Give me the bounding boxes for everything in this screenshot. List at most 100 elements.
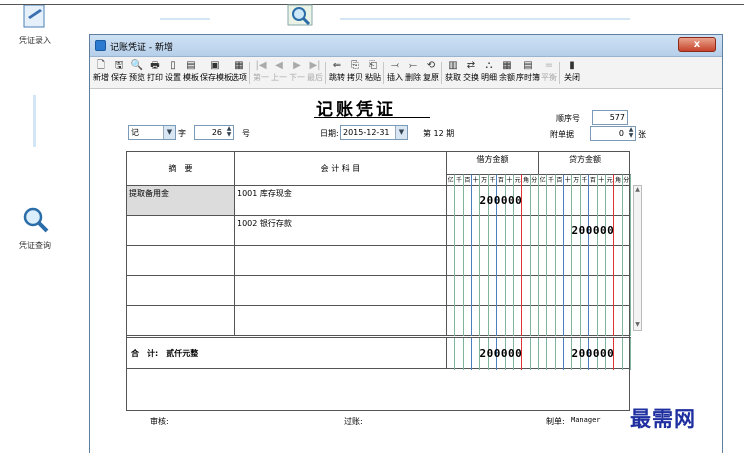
toolbar-button-24[interactable]: ▮ 关闭 <box>562 59 582 87</box>
toolbar-icon-18: ▥ <box>448 60 458 71</box>
voucher-entry-icon[interactable] <box>22 5 48 31</box>
digit-column <box>531 186 539 216</box>
toolbar-button-11[interactable]: ▶| 最后 <box>306 59 324 87</box>
account-cell[interactable]: 1001 库存现金 <box>235 186 447 215</box>
voucher-query-label[interactable]: 凭证查询 <box>19 240 51 251</box>
table-row[interactable] <box>127 306 631 336</box>
voucher-entry-label[interactable]: 凭证录入 <box>19 35 51 46</box>
attach-spinner-icon[interactable]: ▲ ▼ <box>627 127 635 140</box>
digit-column <box>556 186 565 216</box>
toolbar-label-18: 获取 <box>445 73 461 82</box>
summary-cell[interactable] <box>127 246 235 275</box>
grid-scrollbar[interactable]: ▲ ▼ <box>633 185 642 331</box>
digit-column <box>464 306 473 336</box>
table-row[interactable] <box>127 276 631 306</box>
seq-label: 顺序号 <box>556 114 580 123</box>
account-cell[interactable] <box>235 276 447 305</box>
toolbar-button-2[interactable]: 🔍 预览 <box>128 59 146 87</box>
digit-column: 分 <box>530 174 539 186</box>
digit-column <box>531 246 539 276</box>
toolbar-label-1: 保存 <box>111 73 127 82</box>
toolbar-button-1[interactable]: 🖫 保存 <box>110 59 128 87</box>
scroll-up-icon[interactable]: ▲ <box>634 186 641 195</box>
digit-column <box>589 186 598 216</box>
toolbar-button-14[interactable]: ⎗ 粘贴 <box>364 59 382 87</box>
account-cell[interactable]: 1002 银行存款 <box>235 216 447 245</box>
date-label: 日期: <box>320 129 339 138</box>
scroll-down-icon[interactable]: ▼ <box>634 321 641 330</box>
summary-cell[interactable] <box>127 306 235 335</box>
summary-header: 摘 要 <box>127 152 235 186</box>
digit-column <box>489 216 498 246</box>
number-spinner-icon[interactable]: ▲ ▼ <box>225 126 233 139</box>
digit-column <box>522 246 531 276</box>
toolbar-button-9[interactable]: ◀ 上一 <box>270 59 288 87</box>
digit-column <box>572 276 581 306</box>
toolbar-label-11: 最后 <box>307 73 323 82</box>
digit-column: 百 <box>497 174 506 186</box>
digit-column <box>547 246 556 276</box>
summary-cell[interactable] <box>127 216 235 245</box>
toolbar-button-23[interactable]: = 平衡 <box>540 59 558 87</box>
toolbar-button-6[interactable]: ▣ 保存模板 <box>200 59 232 87</box>
toolbar-button-8[interactable]: |◀ 第一 <box>252 59 270 87</box>
digit-column <box>547 186 556 216</box>
screen: 凭证录入 凭证查询 记账凭证 - 新增 x 🗋 新增 🖫 保存 🔍 预览 🖶 打印 ▯ 设置 ▤ 模板… <box>0 0 744 453</box>
table-row[interactable]: 1002 银行存款 200000 <box>127 216 631 246</box>
toolbar-button-19[interactable]: ⇄ 交换 <box>462 59 480 87</box>
digit-column <box>506 246 514 276</box>
flow-arrow-down <box>33 95 36 147</box>
digit-column <box>606 306 615 336</box>
chevron-down-icon[interactable]: ▼ <box>163 126 175 139</box>
digit-column: 元 <box>513 174 523 186</box>
digit-column <box>514 216 523 246</box>
toolbar-button-16[interactable]: ⤚ 删除 <box>404 59 422 87</box>
digit-column: 角 <box>614 174 623 186</box>
window-close-button[interactable]: x <box>678 37 716 52</box>
toolbar-button-22[interactable]: ▤ 序时簿 <box>516 59 540 87</box>
toolbar-button-21[interactable]: ▦ 余额 <box>498 59 516 87</box>
toolbar-button-15[interactable]: ⤙ 插入 <box>386 59 404 87</box>
toolbar-label-20: 明细 <box>481 73 497 82</box>
toolbar-button-3[interactable]: 🖶 打印 <box>146 59 164 87</box>
voucher-query-icon[interactable] <box>20 205 50 235</box>
toolbar-button-0[interactable]: 🗋 新增 <box>92 59 110 87</box>
toolbar-button-5[interactable]: ▤ 模板 <box>182 59 200 87</box>
seq-field[interactable]: 577 <box>592 110 628 125</box>
window-titlebar[interactable]: 记账凭证 - 新增 x <box>90 35 722 57</box>
digit-column <box>522 276 531 306</box>
seq-value: 577 <box>609 113 625 122</box>
toolbar-label-0: 新增 <box>93 73 109 82</box>
digit-column <box>522 338 531 370</box>
digit-column <box>606 276 615 306</box>
toolbar-label-12: 跳转 <box>329 73 345 82</box>
toolbar-icon-16: ⤚ <box>409 60 417 71</box>
summary-cell[interactable] <box>127 276 235 305</box>
toolbar-icon-20: ⛬ <box>485 60 493 71</box>
account-cell[interactable] <box>235 306 447 335</box>
digit-column <box>598 306 606 336</box>
toolbar-button-4[interactable]: ▯ 设置 <box>164 59 182 87</box>
notes-area[interactable] <box>127 369 631 415</box>
toolbar-icon-22: ▤ <box>523 60 533 71</box>
account-cell[interactable] <box>235 246 447 275</box>
summary-cell[interactable]: 提取备用金 <box>127 186 235 215</box>
toolbar-button-12[interactable]: ⇐ 跳转 <box>328 59 346 87</box>
toolbar-icon-6: ▣ <box>210 60 220 71</box>
toolbar-icon-12: ⇐ <box>332 60 342 71</box>
toolbar-button-20[interactable]: ⛬ 明细 <box>480 59 498 87</box>
toolbar-button-7[interactable]: ▦ 选项 <box>230 59 248 87</box>
date-dropdown-icon[interactable]: ▼ <box>395 126 407 139</box>
toolbar-button-18[interactable]: ▥ 获取 <box>444 59 462 87</box>
attach-value: 0 <box>618 129 624 138</box>
digit-column <box>489 276 498 306</box>
digit-column <box>531 338 539 370</box>
table-row[interactable] <box>127 246 631 276</box>
toolbar-button-17[interactable]: ⟲ 复原 <box>422 59 440 87</box>
table-row[interactable]: 提取备用金 1001 库存现金 200000 <box>127 186 631 216</box>
digit-column <box>522 186 531 216</box>
toolbar-button-13[interactable]: ⎘ 拷贝 <box>346 59 364 87</box>
digit-column <box>472 276 481 306</box>
toolbar-button-10[interactable]: ▶ 下一 <box>288 59 306 87</box>
toolbar-icon-5: ▤ <box>186 60 196 71</box>
